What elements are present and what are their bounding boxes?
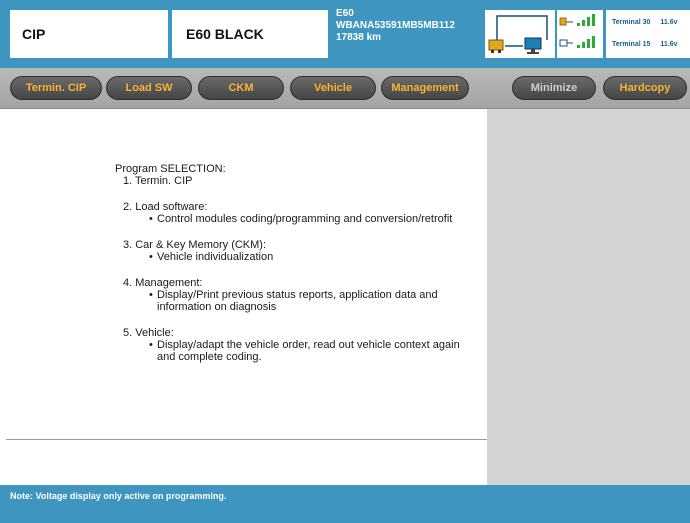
terminal-30-label: Terminal 30: [612, 19, 651, 26]
minimize-button[interactable]: Minimize: [512, 76, 596, 100]
program-item-management: 4. Management:: [123, 277, 203, 289]
bullet-text: Display/adapt the vehicle order, read ou…: [157, 339, 460, 363]
bullet-icon: •: [149, 289, 153, 301]
hardcopy-button[interactable]: Hardcopy: [603, 76, 687, 100]
content-divider: [6, 439, 487, 440]
ckm-button[interactable]: CKM: [198, 76, 284, 100]
bullet-text: Vehicle individualization: [157, 251, 274, 263]
program-section-ckm: 3. Car & Key Memory (CKM): • Vehicle indi…: [115, 239, 480, 263]
terminal-15-readout: Terminal 15 11.6v: [612, 41, 678, 48]
app-name: CIP: [22, 26, 46, 42]
terminal-30-readout: Terminal 30 11.6v: [612, 19, 678, 26]
side-panel: [487, 109, 690, 485]
bullet-text: Control modules coding/programming and c…: [157, 213, 453, 225]
program-item-ckm: 3. Car & Key Memory (CKM):: [123, 239, 267, 251]
program-selection-title: Program SELECTION:: [115, 163, 226, 175]
signal-strength-icon: [557, 10, 603, 58]
list-item: • Display/Print previous status reports, …: [149, 289, 480, 313]
program-selection: Program SELECTION: 1. Termin. CIP 2. Loa…: [115, 163, 480, 363]
program-section-vehicle: 5. Vehicle: • Display/adapt the vehicle o…: [115, 327, 480, 363]
list-item: • Display/adapt the vehicle order, read o…: [149, 339, 480, 363]
vehicle-button[interactable]: Vehicle: [290, 76, 376, 100]
bullet-icon: •: [149, 339, 153, 351]
load-sw-button[interactable]: Load SW: [106, 76, 192, 100]
footer-note: Note: Voltage display only active on pro…: [10, 491, 227, 501]
bullet-icon: •: [149, 251, 153, 263]
list-item: • Vehicle individualization: [149, 251, 480, 263]
program-section-load-software: 2. Load software: • Control modules codin…: [115, 201, 480, 225]
terminal-voltage-box: Terminal 30 11.6v Terminal 15 11.6v: [606, 10, 690, 58]
program-item-load-software: 2. Load software:: [123, 201, 208, 213]
program-item-termin-cip: 1. Termin. CIP: [123, 175, 193, 187]
list-item: • Control modules coding/programming and …: [149, 213, 480, 225]
vehicle-series: E60: [336, 8, 354, 19]
vehicle-model: E60 BLACK: [186, 26, 264, 42]
termin-cip-button[interactable]: Termin. CIP: [10, 76, 102, 100]
management-button[interactable]: Management: [381, 76, 469, 100]
model-box: E60 BLACK: [172, 10, 328, 58]
status-footer: Note: Voltage display only active on pro…: [0, 485, 690, 523]
terminal-15-value: 11.6v: [660, 41, 678, 48]
terminal-15-label: Terminal 15: [612, 41, 651, 48]
header-bar: CIP E60 BLACK E60 WBANA53591MB5MB112 178…: [0, 0, 690, 68]
connection-diagram-icon: [485, 10, 555, 58]
vehicle-info: E60 WBANA53591MB5MB112 17838 km: [332, 8, 482, 60]
program-section-management: 4. Management: • Display/Print previous s…: [115, 277, 480, 313]
vehicle-vin: WBANA53591MB5MB112: [336, 20, 455, 31]
program-item-vehicle: 5. Vehicle:: [123, 327, 174, 339]
bullet-icon: •: [149, 213, 153, 225]
terminal-30-value: 11.6v: [660, 19, 678, 26]
vehicle-mileage: 17838 km: [336, 32, 382, 43]
app-name-box: CIP: [10, 10, 168, 58]
toolbar: Termin. CIP Load SW CKM Vehicle Manageme…: [0, 68, 690, 109]
bullet-text: Display/Print previous status reports, a…: [157, 289, 438, 313]
